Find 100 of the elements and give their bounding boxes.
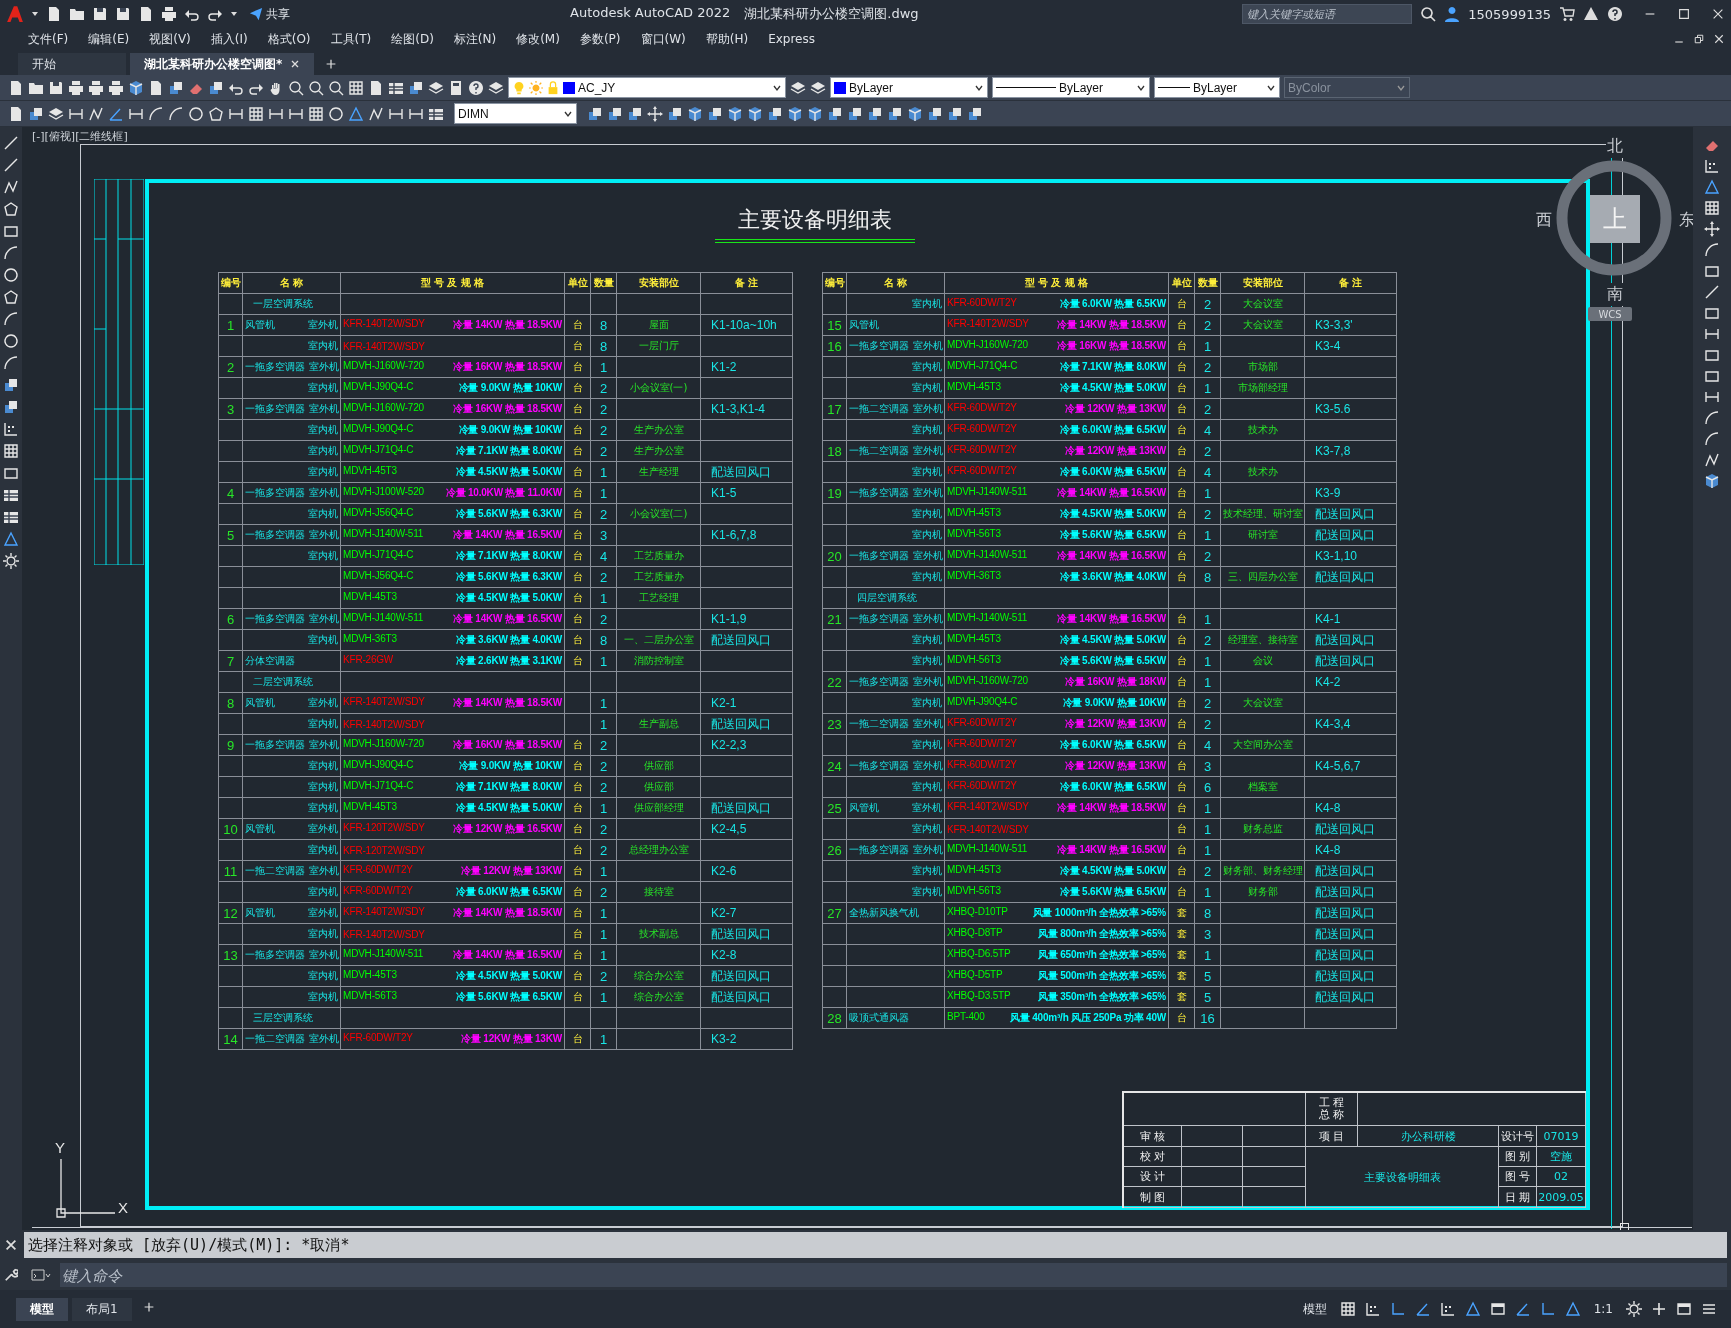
cube-icon[interactable] xyxy=(687,105,703,122)
menu-item[interactable]: 标注(N) xyxy=(443,30,507,48)
maximize-icon[interactable] xyxy=(1677,7,1691,21)
menu-item[interactable]: Express xyxy=(758,32,825,46)
menu-icon[interactable] xyxy=(1701,1301,1717,1317)
layers-icon[interactable] xyxy=(790,79,806,96)
document-tab[interactable]: 湖北某科研办公楼空调图* xyxy=(130,53,315,75)
rectangle-icon[interactable] xyxy=(1704,263,1720,279)
save-icon[interactable] xyxy=(92,6,108,22)
search-field[interactable]: 键入关键字或短语 xyxy=(1242,4,1413,24)
compass-ring[interactable] xyxy=(1554,158,1674,278)
zoom-icon[interactable] xyxy=(328,79,344,96)
close-icon[interactable] xyxy=(1713,33,1725,45)
arc-icon[interactable] xyxy=(1704,242,1720,258)
move-icon[interactable] xyxy=(1704,221,1720,237)
block-icon[interactable] xyxy=(947,105,963,122)
help-icon[interactable] xyxy=(1607,6,1623,22)
menu-item[interactable]: 窗口(W) xyxy=(630,30,696,48)
close-icon[interactable] xyxy=(1711,7,1725,21)
annotation-icon[interactable] xyxy=(1704,179,1720,195)
snap-icon[interactable] xyxy=(1439,1301,1456,1317)
rectangle-icon[interactable] xyxy=(1704,305,1720,321)
rectangle-icon[interactable] xyxy=(1704,347,1720,363)
arc-icon[interactable] xyxy=(1704,431,1720,447)
angle-icon[interactable] xyxy=(1514,1301,1531,1317)
caret-icon[interactable] xyxy=(230,10,238,18)
color-dropdown[interactable]: ByLayer xyxy=(830,77,988,98)
prompt-icon[interactable] xyxy=(30,1269,52,1281)
grid-icon[interactable] xyxy=(1704,200,1720,216)
rectangle-icon[interactable] xyxy=(3,223,19,239)
block-icon[interactable] xyxy=(767,105,783,122)
rectangle-icon[interactable] xyxy=(1704,368,1720,384)
printer-icon[interactable] xyxy=(68,79,84,96)
line-icon[interactable] xyxy=(3,135,19,151)
caret-icon[interactable] xyxy=(31,10,39,18)
folder-icon[interactable] xyxy=(69,6,85,22)
cube-icon[interactable] xyxy=(128,79,144,96)
menu-item[interactable]: 格式(O) xyxy=(257,30,321,48)
arc-icon[interactable] xyxy=(3,245,19,261)
grid-icon[interactable] xyxy=(3,443,19,459)
snap-icon[interactable] xyxy=(1704,158,1720,174)
wcs-menu[interactable]: WCS xyxy=(1588,307,1632,321)
block-icon[interactable] xyxy=(208,79,224,96)
file-icon[interactable] xyxy=(8,79,24,96)
calculator-icon[interactable] xyxy=(448,79,464,96)
block-icon[interactable] xyxy=(28,105,44,122)
compass-label[interactable]: 北 xyxy=(1606,135,1624,158)
menu-item[interactable]: 帮助(H) xyxy=(695,30,759,48)
block-icon[interactable] xyxy=(587,105,603,122)
arc-icon[interactable] xyxy=(168,105,184,122)
model-space-button[interactable]: 模型 xyxy=(1298,1298,1331,1320)
annotation-icon[interactable] xyxy=(348,105,364,122)
compass-label[interactable]: 南 xyxy=(1606,283,1624,306)
grid-icon[interactable] xyxy=(1339,1301,1356,1317)
arc-icon[interactable] xyxy=(3,355,19,371)
block-icon[interactable] xyxy=(667,105,683,122)
file-icon[interactable] xyxy=(8,105,24,122)
polygon-icon[interactable] xyxy=(3,289,19,305)
layer-dropdown[interactable]: AC_JY xyxy=(508,77,786,98)
document-tab[interactable]: 开始 xyxy=(18,53,126,75)
cart-icon[interactable] xyxy=(1559,6,1575,22)
line-icon[interactable] xyxy=(3,157,19,173)
layers-icon[interactable] xyxy=(428,79,444,96)
gear-icon[interactable] xyxy=(3,553,19,569)
block-icon[interactable] xyxy=(867,105,883,122)
grid-icon[interactable] xyxy=(308,105,324,122)
file-icon[interactable] xyxy=(46,6,62,22)
arc-icon[interactable] xyxy=(1704,410,1720,426)
menu-item[interactable]: 插入(I) xyxy=(200,30,258,48)
cube-icon[interactable] xyxy=(727,105,743,122)
menu-item[interactable]: 绘图(D) xyxy=(381,30,444,48)
angle-icon[interactable] xyxy=(1414,1301,1431,1317)
block-icon[interactable] xyxy=(887,105,903,122)
layers-icon[interactable] xyxy=(48,105,64,122)
menu-item[interactable]: 参数(P) xyxy=(569,30,631,48)
layers-icon[interactable] xyxy=(488,79,504,96)
block-icon[interactable] xyxy=(3,377,19,393)
line-icon[interactable] xyxy=(1704,284,1720,300)
close-icon[interactable] xyxy=(4,1238,18,1252)
cube-icon[interactable] xyxy=(747,105,763,122)
cube-icon[interactable] xyxy=(907,105,923,122)
arc-icon[interactable] xyxy=(148,105,164,122)
move-icon[interactable] xyxy=(647,105,663,122)
menu-item[interactable]: 修改(M) xyxy=(506,30,570,48)
user-name[interactable]: 1505999135 xyxy=(1468,6,1551,22)
grid-icon[interactable] xyxy=(248,105,264,122)
annotation-icon[interactable] xyxy=(1564,1301,1581,1317)
help-icon[interactable] xyxy=(468,79,484,96)
annotation-icon[interactable] xyxy=(1464,1301,1481,1317)
search-icon[interactable] xyxy=(1420,6,1437,22)
snap-icon[interactable] xyxy=(1364,1301,1381,1317)
zoom-icon[interactable] xyxy=(288,79,304,96)
save-icon[interactable] xyxy=(115,6,131,22)
user-icon[interactable] xyxy=(1444,6,1461,22)
polyline-icon[interactable] xyxy=(368,105,384,122)
file-icon[interactable] xyxy=(138,6,154,22)
gear-icon[interactable] xyxy=(1626,1301,1642,1317)
close-icon[interactable] xyxy=(290,59,301,69)
table-icon[interactable] xyxy=(3,509,19,525)
dimension-style-dropdown[interactable]: DIMN xyxy=(454,103,577,124)
